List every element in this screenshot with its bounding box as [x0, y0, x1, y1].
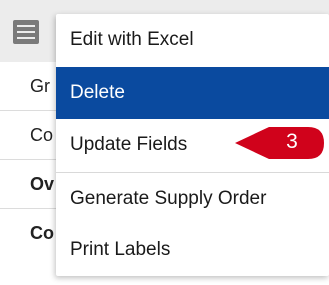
row-label: Co	[30, 223, 54, 243]
row-label: Gr	[30, 76, 50, 96]
menu-item-label: Generate Supply Order	[70, 188, 267, 209]
row-label: Ov	[30, 174, 55, 194]
row-label: Co	[30, 125, 54, 145]
menu-item-label: Print Labels	[70, 239, 171, 260]
menu-item-generate-supply-order[interactable]: Generate Supply Order	[56, 173, 329, 225]
menu-item-label: Update Fields	[70, 134, 188, 155]
menu-item-delete[interactable]: Delete	[56, 67, 329, 119]
hamburger-menu-icon[interactable]	[13, 20, 39, 44]
menu-item-print-labels[interactable]: Print Labels	[56, 224, 329, 276]
step-number: 3	[286, 130, 298, 153]
menu-item-edit-with-excel[interactable]: Edit with Excel	[56, 14, 329, 66]
screen: Gr Co Ov Co Edit with Excel Delete Updat…	[0, 0, 329, 285]
menu-item-label: Delete	[70, 82, 125, 103]
step-callout-badge: 3	[235, 126, 325, 160]
menu-item-label: Edit with Excel	[70, 29, 194, 50]
